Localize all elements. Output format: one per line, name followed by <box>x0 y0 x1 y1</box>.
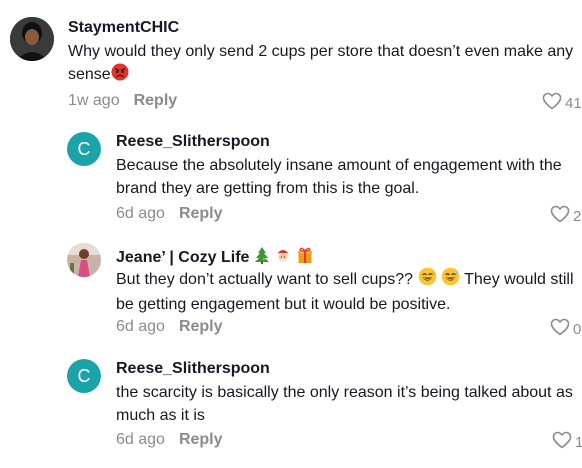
timestamp: 6d ago <box>116 205 165 222</box>
timestamp: 6d ago <box>116 318 165 335</box>
comment-meta: 6d ago Reply <box>116 318 223 336</box>
like-button[interactable]: 0 <box>550 318 581 340</box>
comment-text: Why would they only send 2 cups per stor… <box>68 40 578 88</box>
user-photo <box>10 17 54 61</box>
reply-button[interactable]: Reply <box>179 318 223 335</box>
avatar-letter: C <box>77 138 91 159</box>
like-count: 2 <box>573 207 582 225</box>
comment-meta: 6d ago Reply <box>116 431 223 449</box>
gift-emoji <box>297 246 313 269</box>
comment-text: But they don’t actually want to sell cup… <box>116 267 582 316</box>
santa-emoji <box>274 246 292 269</box>
timestamp: 6d ago <box>116 431 165 448</box>
reply-button[interactable]: Reply <box>179 205 223 222</box>
heart-outline-icon[interactable] <box>550 318 570 340</box>
grinning-sweat-emoji <box>441 267 460 293</box>
comment-meta: 6d ago Reply <box>116 205 223 223</box>
heart-outline-icon[interactable] <box>542 92 562 114</box>
user-photo <box>67 243 101 277</box>
like-count: 1 <box>575 433 582 451</box>
like-button[interactable]: 1 <box>552 431 582 453</box>
like-button[interactable]: 2 <box>550 205 581 227</box>
grinning-sweat-emoji <box>418 267 437 293</box>
username[interactable]: Reese_Slitherspoon <box>116 133 270 151</box>
username: Jeane’ | Cozy Life <box>116 246 313 269</box>
comment-text: the scarcity is basically the only reaso… <box>116 384 573 424</box>
avatar[interactable] <box>10 17 54 61</box>
reply-button[interactable]: Reply <box>179 431 223 448</box>
timestamp: 1w ago <box>68 92 120 109</box>
username[interactable]: StaymentCHIC <box>68 19 179 37</box>
avatar[interactable] <box>67 243 101 277</box>
like-count: 0 <box>573 320 582 338</box>
heart-outline-icon[interactable] <box>552 431 572 453</box>
like-count: 41 <box>565 94 582 112</box>
username-text[interactable]: Jeane’ | Cozy Life <box>116 249 249 266</box>
like-button[interactable]: 41 <box>542 92 582 114</box>
comment-meta: 1w ago Reply <box>68 92 177 110</box>
reply-button[interactable]: Reply <box>134 92 178 109</box>
avatar-letter: C <box>77 365 91 386</box>
angry-face-emoji <box>111 63 129 88</box>
avatar[interactable]: C <box>67 359 101 393</box>
heart-outline-icon[interactable] <box>550 205 570 227</box>
username[interactable]: Reese_Slitherspoon <box>116 360 270 378</box>
avatar[interactable]: C <box>67 132 101 166</box>
comment-text: Because the absolutely insane amount of … <box>116 157 562 197</box>
christmas-tree-emoji <box>254 246 270 269</box>
